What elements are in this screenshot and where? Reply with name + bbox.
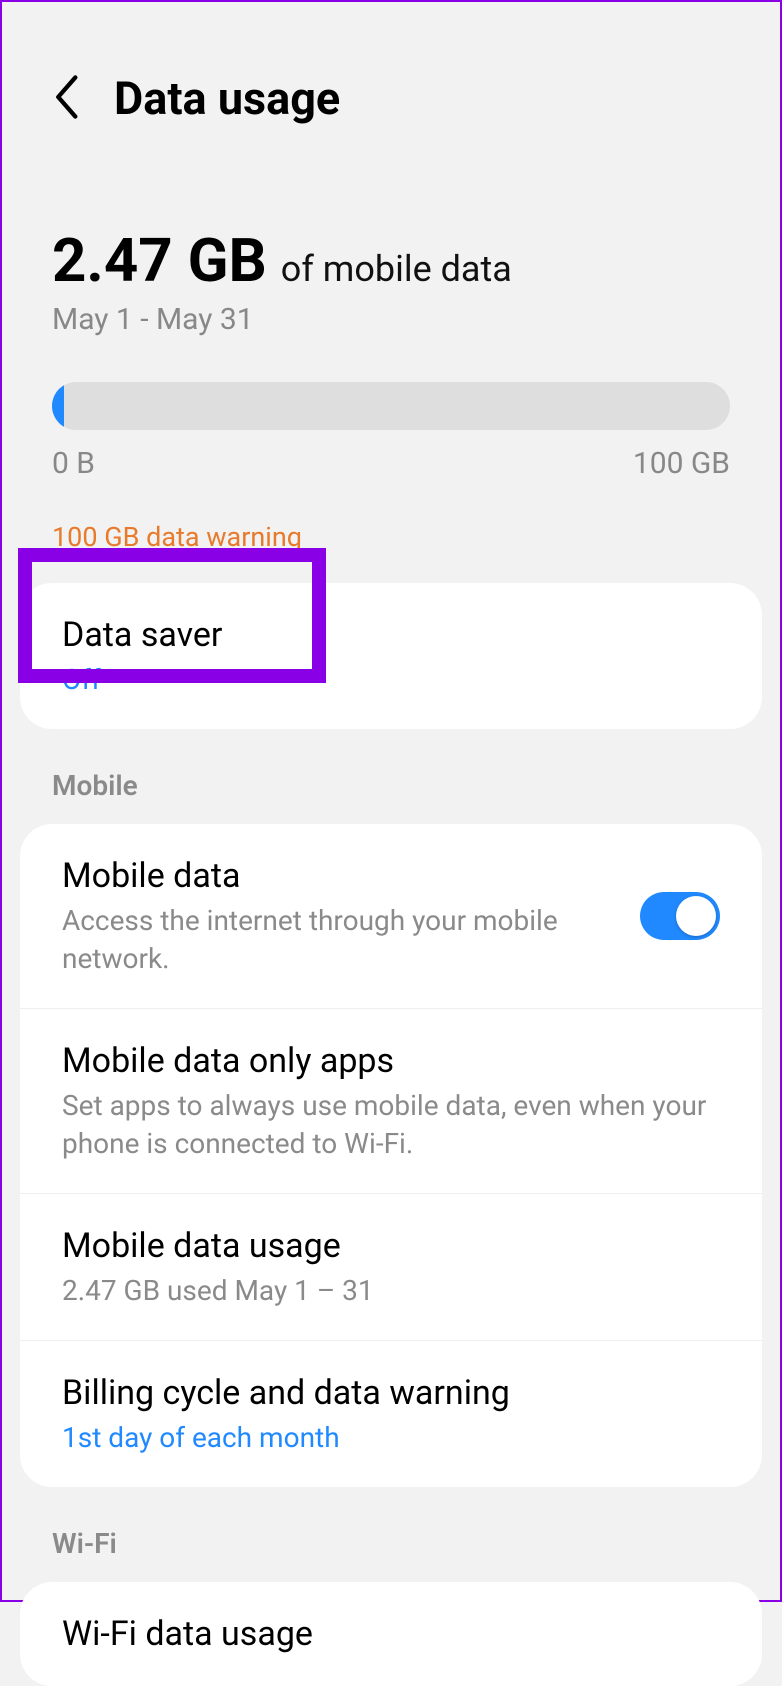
usage-progress: 0 B 100 GB	[52, 382, 730, 481]
billing-cycle-title: Billing cycle and data warning	[62, 1371, 720, 1415]
data-saver-row[interactable]: Data saver Off	[20, 583, 762, 729]
billing-cycle-row[interactable]: Billing cycle and data warning 1st day o…	[20, 1340, 762, 1487]
wifi-data-usage-row[interactable]: Wi-Fi data usage	[20, 1582, 762, 1686]
section-label-mobile: Mobile	[2, 729, 780, 824]
mobile-data-row[interactable]: Mobile data Access the internet through …	[20, 824, 762, 1008]
usage-amount: 2.47 GB	[52, 225, 267, 296]
mobile-data-usage-sub: 2.47 GB used May 1 – 31	[62, 1272, 720, 1310]
mobile-card: Mobile data Access the internet through …	[20, 824, 762, 1487]
usage-period: May 1 - May 31	[52, 302, 730, 337]
back-icon[interactable]	[52, 75, 84, 123]
progress-max-label: 100 GB	[633, 446, 730, 481]
usage-summary: 2.47 GB of mobile data May 1 - May 31 0 …	[2, 165, 780, 553]
data-saver-card: Data saver Off	[20, 583, 762, 729]
section-label-wifi: Wi-Fi	[2, 1487, 780, 1582]
mobile-data-usage-title: Mobile data usage	[62, 1224, 720, 1268]
mobile-data-only-apps-title: Mobile data only apps	[62, 1039, 720, 1083]
data-warning-text: 100 GB data warning	[52, 521, 730, 553]
wifi-data-usage-title: Wi-Fi data usage	[62, 1612, 720, 1656]
header: Data usage	[2, 2, 780, 165]
billing-cycle-sub: 1st day of each month	[62, 1419, 720, 1457]
mobile-data-toggle[interactable]	[640, 892, 720, 940]
wifi-card: Wi-Fi data usage	[20, 1582, 762, 1686]
progress-labels: 0 B 100 GB	[52, 446, 730, 481]
usage-suffix: of mobile data	[281, 248, 512, 290]
progress-min-label: 0 B	[52, 446, 95, 481]
data-saver-status: Off	[62, 661, 720, 699]
mobile-data-only-apps-row[interactable]: Mobile data only apps Set apps to always…	[20, 1008, 762, 1193]
mobile-data-usage-row[interactable]: Mobile data usage 2.47 GB used May 1 – 3…	[20, 1193, 762, 1340]
progress-fill	[52, 382, 64, 430]
usage-amount-line: 2.47 GB of mobile data	[52, 225, 730, 296]
mobile-data-title: Mobile data	[62, 854, 620, 898]
mobile-data-only-apps-sub: Set apps to always use mobile data, even…	[62, 1087, 720, 1163]
mobile-data-sub: Access the internet through your mobile …	[62, 902, 620, 978]
toggle-knob	[676, 896, 716, 936]
progress-track	[52, 382, 730, 430]
data-saver-title: Data saver	[62, 613, 720, 657]
page-title: Data usage	[114, 72, 340, 125]
